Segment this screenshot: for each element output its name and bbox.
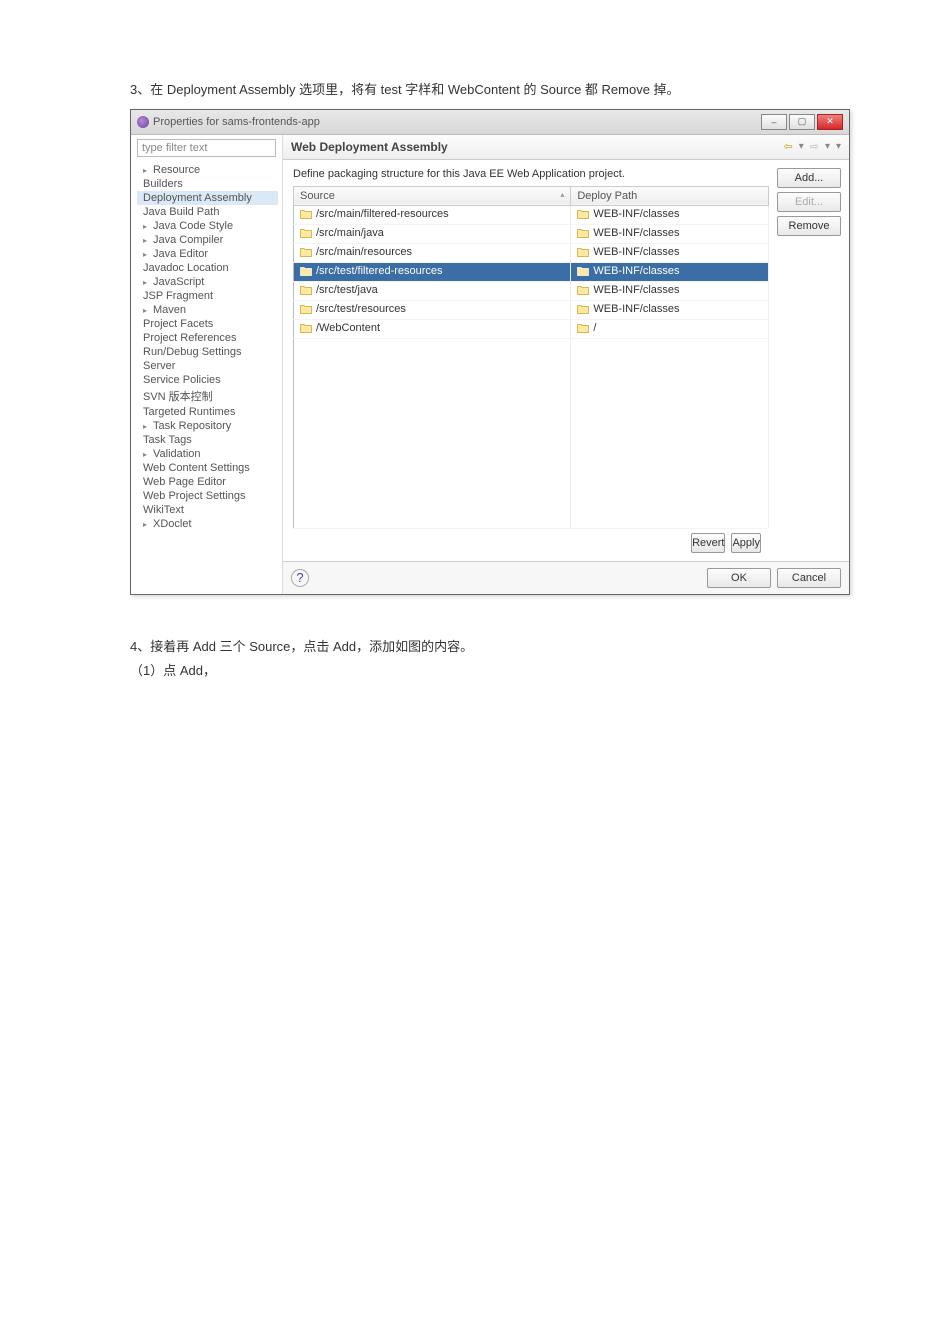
- folder-icon: /src/test/java: [300, 284, 378, 296]
- folder-icon: /src/main/resources: [300, 246, 412, 258]
- add-button[interactable]: Add...: [777, 168, 841, 188]
- tree-item[interactable]: JavaScript: [137, 275, 278, 289]
- tree-item[interactable]: Java Compiler: [137, 233, 278, 247]
- table-row[interactable]: /src/main/filtered-resources WEB-INF/cla…: [294, 205, 769, 224]
- table-row[interactable]: /src/test/resources WEB-INF/classes: [294, 300, 769, 319]
- cancel-button[interactable]: Cancel: [777, 568, 841, 588]
- tree-item[interactable]: Project References: [137, 331, 278, 345]
- revert-button[interactable]: Revert: [691, 533, 725, 553]
- folder-icon: /src/main/filtered-resources: [300, 208, 449, 220]
- sidebar: ResourceBuildersDeployment AssemblyJava …: [131, 135, 283, 594]
- folder-icon: WEB-INF/classes: [577, 208, 679, 220]
- caption-3: 3、在 Deployment Assembly 选项里，将有 test 字样和 …: [130, 80, 850, 101]
- remove-button[interactable]: Remove: [777, 216, 841, 236]
- table-row[interactable]: /src/main/java WEB-INF/classes: [294, 224, 769, 243]
- tree-item[interactable]: WikiText: [137, 503, 278, 517]
- tree-item[interactable]: Task Repository: [137, 419, 278, 433]
- ok-button[interactable]: OK: [707, 568, 771, 588]
- table-row[interactable]: /WebContent /: [294, 319, 769, 338]
- col-source[interactable]: Source▴: [294, 186, 571, 205]
- tree-item[interactable]: Web Content Settings: [137, 461, 278, 475]
- tree-item[interactable]: Maven: [137, 303, 278, 317]
- tree-item[interactable]: Javadoc Location: [137, 261, 278, 275]
- folder-icon: WEB-INF/classes: [577, 265, 679, 277]
- caption-4a: （1）点 Add，: [130, 659, 850, 684]
- tree-item[interactable]: Resource: [137, 163, 278, 177]
- tree-item[interactable]: SVN 版本控制: [137, 387, 278, 405]
- folder-icon: WEB-INF/classes: [577, 246, 679, 258]
- tree-item[interactable]: Deployment Assembly: [137, 191, 278, 205]
- properties-dialog: Properties for sams-frontends-app – ▢ ✕ …: [130, 109, 850, 595]
- tree-item[interactable]: Service Policies: [137, 373, 278, 387]
- tree-item[interactable]: Builders: [137, 177, 278, 191]
- folder-icon: WEB-INF/classes: [577, 284, 679, 296]
- window-title: Properties for sams-frontends-app: [153, 116, 320, 128]
- tree-item[interactable]: Targeted Runtimes: [137, 405, 278, 419]
- tree-item[interactable]: JSP Fragment: [137, 289, 278, 303]
- folder-icon: WEB-INF/classes: [577, 227, 679, 239]
- folder-icon: /src/test/filtered-resources: [300, 265, 443, 277]
- tree-item[interactable]: Java Build Path: [137, 205, 278, 219]
- folder-icon: WEB-INF/classes: [577, 303, 679, 315]
- tree-item[interactable]: Server: [137, 359, 278, 373]
- tree-item[interactable]: Web Page Editor: [137, 475, 278, 489]
- tree-item[interactable]: Web Project Settings: [137, 489, 278, 503]
- filter-input[interactable]: [138, 140, 275, 156]
- tree-item[interactable]: Run/Debug Settings: [137, 345, 278, 359]
- tree-item[interactable]: Java Editor: [137, 247, 278, 261]
- maximize-button[interactable]: ▢: [789, 114, 815, 130]
- tree-item[interactable]: Project Facets: [137, 317, 278, 331]
- category-tree[interactable]: ResourceBuildersDeployment AssemblyJava …: [131, 161, 282, 535]
- sort-indicator-icon: ▴: [560, 190, 564, 199]
- table-row[interactable]: /src/test/java WEB-INF/classes: [294, 281, 769, 300]
- table-row[interactable]: /src/main/resources WEB-INF/classes: [294, 243, 769, 262]
- folder-icon: /src/main/java: [300, 227, 384, 239]
- close-button[interactable]: ✕: [817, 114, 843, 130]
- menu-dropdown-icon[interactable]: ▾: [836, 141, 841, 152]
- forward-dropdown-icon[interactable]: ▾: [825, 141, 830, 152]
- apply-button[interactable]: Apply: [731, 533, 761, 553]
- forward-icon[interactable]: ⇨: [810, 140, 819, 153]
- page-title: Web Deployment Assembly: [291, 140, 448, 154]
- col-deploy[interactable]: Deploy Path: [571, 186, 769, 205]
- caption-4: 4、接着再 Add 三个 Source，点击 Add，添加如图的内容。: [130, 635, 850, 660]
- folder-icon: /src/test/resources: [300, 303, 406, 315]
- window-titlebar: Properties for sams-frontends-app – ▢ ✕: [131, 110, 849, 135]
- tree-item[interactable]: Java Code Style: [137, 219, 278, 233]
- tree-item[interactable]: Validation: [137, 447, 278, 461]
- assembly-table[interactable]: Source▴ Deploy Path /src/main/filtered-r…: [293, 186, 769, 529]
- folder-icon: /: [577, 322, 596, 334]
- minimize-button[interactable]: –: [761, 114, 787, 130]
- eclipse-icon: [137, 116, 149, 128]
- tree-item[interactable]: XDoclet: [137, 517, 278, 531]
- back-icon[interactable]: ⇦: [783, 140, 792, 153]
- edit-button[interactable]: Edit...: [777, 192, 841, 212]
- help-icon[interactable]: ?: [291, 569, 309, 587]
- tree-item[interactable]: Task Tags: [137, 433, 278, 447]
- back-dropdown-icon[interactable]: ▾: [799, 141, 804, 152]
- folder-icon: /WebContent: [300, 322, 380, 334]
- page-description: Define packaging structure for this Java…: [293, 168, 769, 180]
- table-row[interactable]: /src/test/filtered-resources WEB-INF/cla…: [294, 262, 769, 281]
